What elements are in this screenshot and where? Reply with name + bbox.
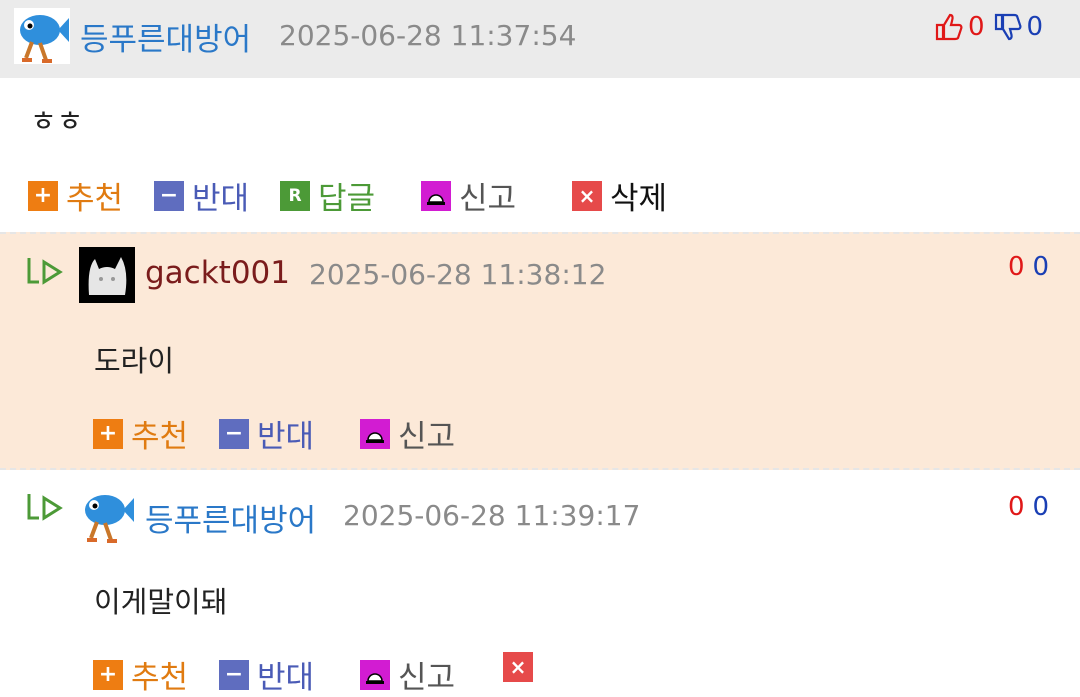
recommend-button[interactable]: + 추천: [93, 411, 188, 456]
avatar[interactable]: [14, 8, 70, 64]
delete-label: 삭제: [610, 181, 668, 217]
delete-icon: ×: [572, 180, 602, 211]
report-label: 신고: [398, 660, 456, 696]
recommend-button[interactable]: + 추천: [93, 652, 188, 697]
oppose-label: 반대: [192, 181, 250, 217]
avatar[interactable]: [79, 247, 135, 303]
recommend-label: 추천: [131, 419, 189, 455]
nickname[interactable]: 등푸른대방어: [145, 495, 316, 540]
minus-icon: −: [154, 180, 184, 211]
avatar[interactable]: [79, 488, 135, 544]
oppose-label: 반대: [257, 660, 315, 696]
plus-icon: +: [93, 418, 123, 449]
recommend-button[interactable]: + 추천: [28, 173, 123, 218]
report-label: 신고: [459, 181, 517, 217]
siren-icon: [421, 180, 451, 211]
minus-icon: −: [219, 418, 249, 449]
comment-body: 도라이: [94, 344, 175, 378]
down-count: 0: [1026, 12, 1044, 42]
report-button[interactable]: 신고: [360, 411, 455, 456]
comment-datetime: 2025-06-28 11:39:17: [343, 499, 641, 532]
recommend-label: 추천: [131, 660, 189, 696]
minus-icon: −: [219, 659, 249, 690]
oppose-button[interactable]: − 반대: [219, 411, 314, 456]
comment-body: 이게말이돼: [94, 585, 228, 619]
plus-icon: +: [28, 180, 58, 211]
reply-arrow-icon: [27, 258, 63, 285]
reply-label: 답글: [318, 181, 376, 217]
nickname[interactable]: gackt001: [145, 255, 290, 291]
nickname[interactable]: 등푸른대방어: [80, 14, 251, 59]
report-label: 신고: [398, 419, 456, 455]
delete-icon: ×: [503, 652, 533, 682]
delete-button[interactable]: × 삭제: [572, 173, 667, 218]
cat-avatar-icon: [88, 257, 127, 295]
report-button[interactable]: 신고: [421, 173, 516, 218]
comment-datetime: 2025-06-28 11:37:54: [279, 19, 577, 52]
siren-icon: [360, 659, 390, 690]
recommend-label: 추천: [66, 181, 124, 217]
up-count: 0: [968, 12, 985, 42]
oppose-label: 반대: [257, 419, 315, 455]
oppose-button[interactable]: − 반대: [154, 173, 249, 218]
oppose-button[interactable]: − 반대: [219, 652, 314, 697]
plus-icon: +: [93, 659, 123, 690]
thumbs-down-icon[interactable]: [993, 12, 1023, 42]
up-count[interactable]: 0: [1008, 492, 1025, 522]
reply-button[interactable]: R 답글: [280, 173, 375, 218]
fish-avatar-icon: [85, 495, 134, 543]
fish-avatar-icon: [20, 15, 69, 63]
comment-datetime: 2025-06-28 11:38:12: [309, 258, 607, 291]
comment-body: ㅎㅎ: [30, 104, 84, 138]
delete-button[interactable]: ×: [503, 652, 541, 682]
siren-icon: [360, 418, 390, 449]
up-count[interactable]: 0: [1008, 252, 1025, 282]
reply-icon: R: [280, 180, 310, 211]
vote-counter: 0 0: [1008, 492, 1049, 522]
reply-arrow-icon: [27, 494, 63, 521]
vote-counter: 0 0: [1008, 252, 1049, 282]
vote-counter: 0 0: [934, 12, 1043, 42]
report-button[interactable]: 신고: [360, 652, 455, 697]
down-count[interactable]: 0: [1033, 252, 1050, 282]
down-count[interactable]: 0: [1033, 492, 1050, 522]
thumbs-up-icon[interactable]: [934, 12, 964, 42]
